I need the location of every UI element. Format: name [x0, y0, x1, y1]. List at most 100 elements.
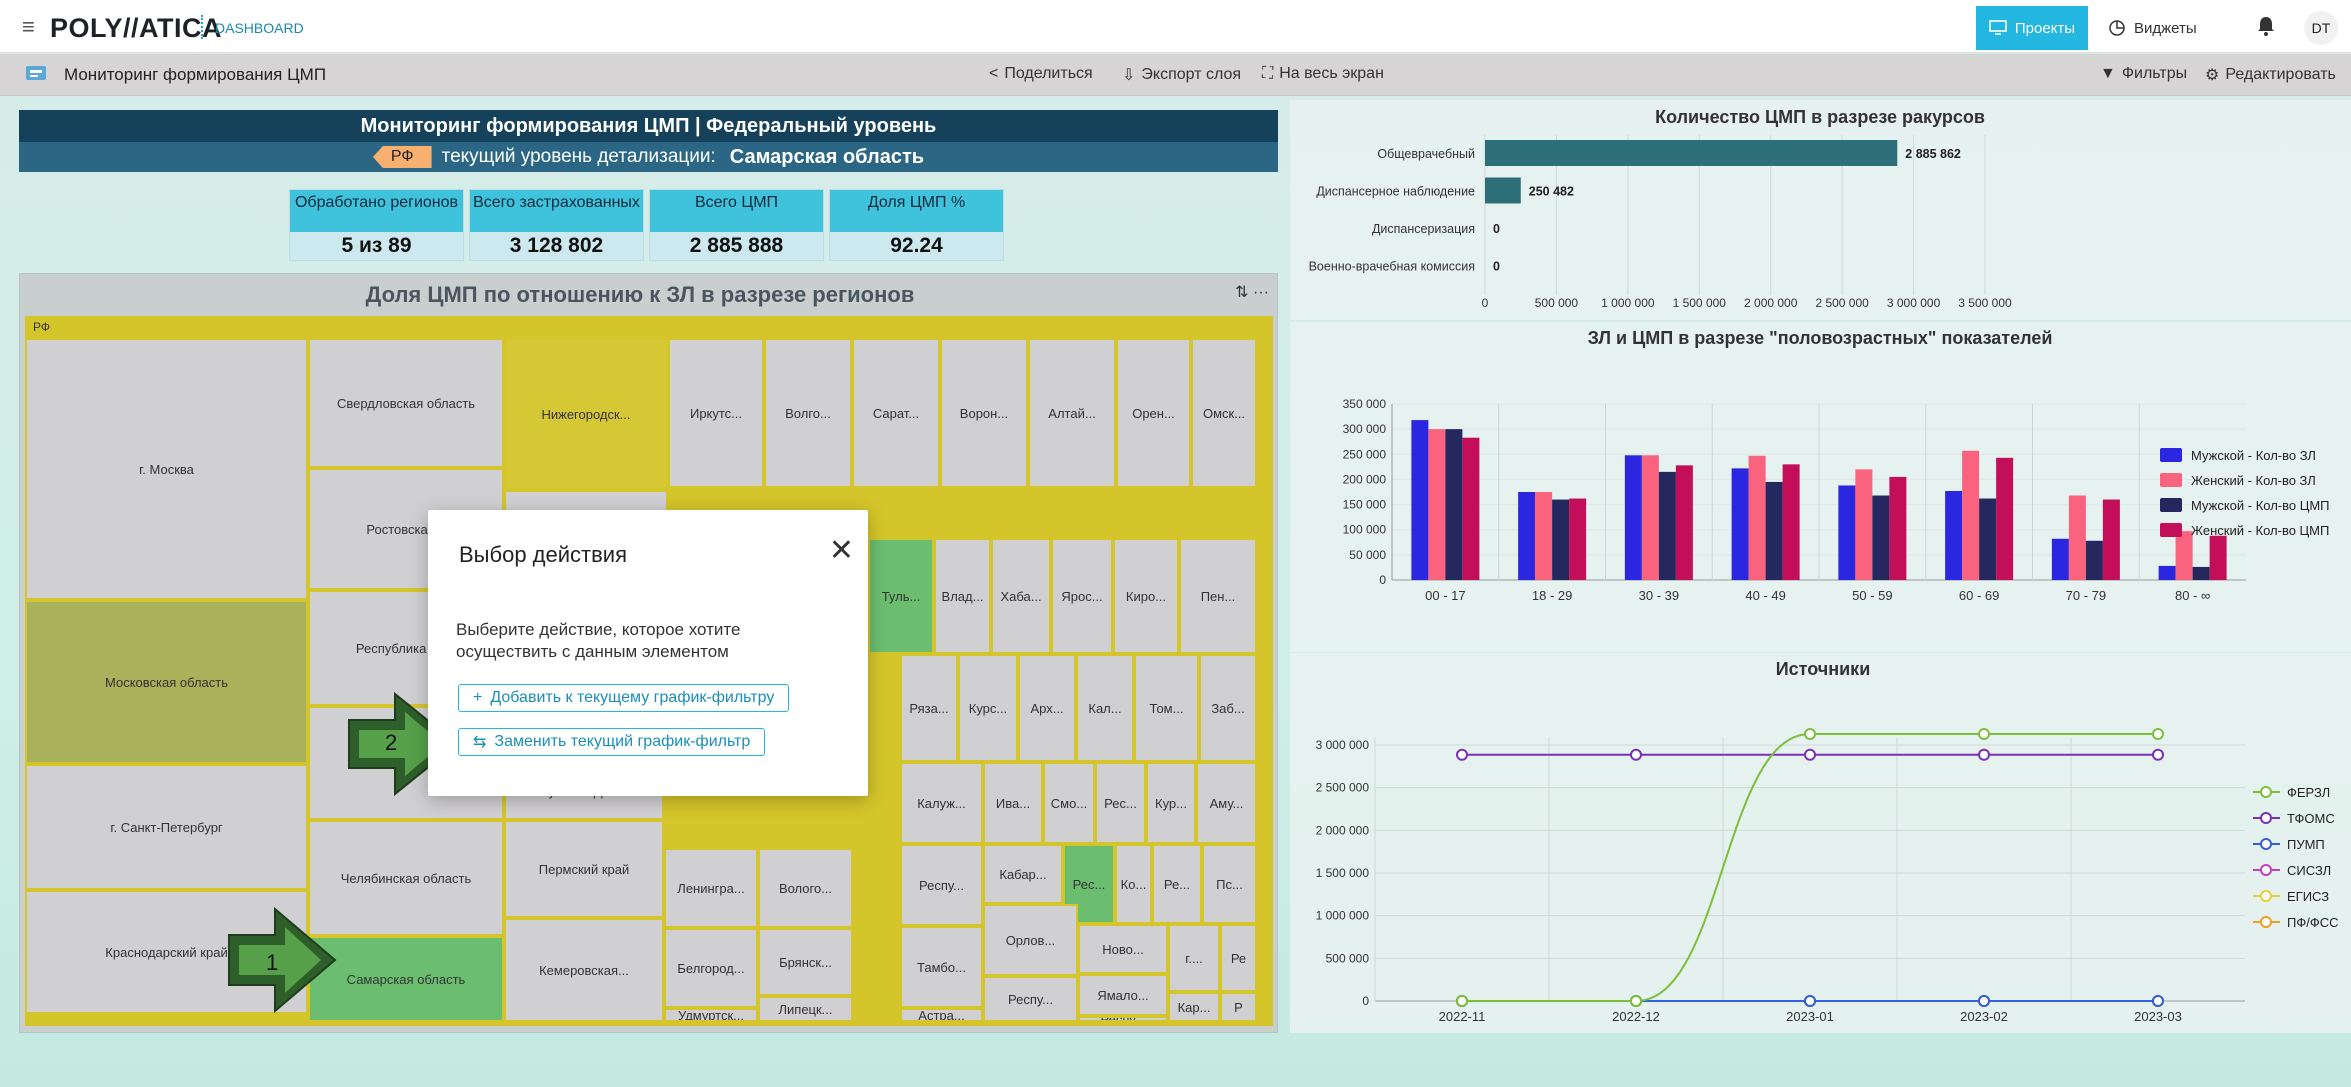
treemap-tile[interactable]: Р — [1220, 992, 1257, 1022]
legend-label: Женский - Кол-во ЗЛ — [2191, 473, 2316, 488]
treemap-tile[interactable]: Липецк... — [758, 996, 853, 1022]
treemap-tile[interactable]: Ива... — [983, 762, 1043, 844]
level-chip-rf[interactable]: РФ — [372, 146, 432, 168]
treemap-tile[interactable]: Кур... — [1146, 762, 1196, 844]
bar — [1962, 450, 1980, 580]
treemap-tile[interactable]: Тамбо... — [900, 926, 983, 1008]
export-label: Экспорт слоя — [1141, 66, 1242, 83]
bell-icon[interactable] — [2254, 14, 2278, 38]
treemap-tile[interactable]: Респу... — [983, 976, 1078, 1022]
widgets-button[interactable]: Виджеты — [2108, 6, 2218, 50]
logo: POLY//ATICA — [50, 13, 223, 43]
treemap-tools[interactable]: ⇅ ··· — [1235, 282, 1269, 302]
treemap-tile[interactable]: г. Москва — [25, 338, 308, 600]
data-point — [1456, 995, 1468, 1007]
bar — [1485, 140, 1898, 166]
y-tick-label: 2 000 000 — [1316, 823, 1370, 837]
bar — [1675, 465, 1693, 580]
treemap-tile[interactable]: Ново... — [1078, 924, 1168, 974]
treemap-tile[interactable]: Ямало... — [1078, 974, 1168, 1016]
legend-marker — [2260, 916, 2272, 928]
kpi-card: Обработано регионов 5 из 89 — [289, 189, 464, 261]
treemap-tile[interactable]: Белгород... — [664, 928, 758, 1008]
kpi-value: 92.24 — [890, 234, 943, 257]
treemap-tile[interactable]: Ряза... — [900, 654, 958, 762]
kpi-card: Всего ЦМП 2 885 888 — [649, 189, 824, 261]
treemap-tile[interactable]: Арх... — [1018, 654, 1076, 762]
treemap-tile[interactable]: Брянск... — [758, 928, 853, 996]
edit-button[interactable]: ⚙ Редактировать — [2205, 65, 2336, 85]
treemap-tile[interactable]: Сарат... — [852, 338, 940, 488]
treemap-tile[interactable]: Влад... — [934, 538, 991, 654]
treemap-tile[interactable]: Нижегородск... — [504, 338, 668, 490]
treemap-tile[interactable]: Ре — [1220, 924, 1257, 992]
legend-label: ПУМП — [2287, 837, 2325, 852]
treemap-root-label[interactable]: РФ — [33, 320, 50, 334]
treemap-tile[interactable]: Пермский край — [504, 820, 664, 918]
export-icon: ⇩ — [1122, 67, 1136, 84]
treemap-tile[interactable]: Заб... — [1199, 654, 1257, 762]
treemap-tile[interactable]: Смо... — [1043, 762, 1095, 844]
treemap-tile[interactable]: Волого... — [758, 848, 853, 928]
fullscreen-button[interactable]: ⛶ На весь экран — [1262, 65, 1384, 83]
treemap-tile[interactable]: Курс... — [958, 654, 1018, 762]
treemap-tile[interactable]: Московская область — [25, 600, 308, 764]
avatar[interactable]: DT — [2304, 11, 2338, 45]
close-icon[interactable]: ✕ — [829, 536, 854, 566]
treemap-tile[interactable]: Кал... — [1076, 654, 1134, 762]
treemap-tile[interactable]: Кемеровская... — [504, 918, 664, 1022]
treemap-tile[interactable]: Ярос... — [1051, 538, 1113, 654]
bar — [2051, 538, 2069, 580]
treemap-tile[interactable]: Кар... — [1168, 992, 1220, 1022]
treemap-tile[interactable]: г. Санкт-Петербург — [25, 764, 308, 890]
data-point — [1978, 995, 1990, 1007]
x-tick-label: 3 000 000 — [1887, 296, 1941, 310]
add-to-filter-button[interactable]: + Добавить к текущему график-фильтру — [458, 684, 790, 712]
treemap-tile[interactable]: Киро... — [1113, 538, 1179, 654]
treemap-tile[interactable]: Респу... — [1078, 1016, 1168, 1022]
projects-button[interactable]: Проекты — [1976, 6, 2088, 50]
treemap-tile[interactable]: Орлов... — [983, 904, 1078, 976]
treemap-tile[interactable]: Том... — [1134, 654, 1199, 762]
export-layer-button[interactable]: ⇩ Экспорт слоя — [1122, 65, 1241, 85]
treemap-tile[interactable]: Иркутс... — [668, 338, 764, 488]
treemap-tile[interactable]: Рес... — [1095, 762, 1146, 844]
treemap-tile[interactable]: Пс... — [1202, 844, 1257, 924]
treemap-tile[interactable]: Респу... — [900, 844, 983, 926]
treemap-tile[interactable]: Алтай... — [1028, 338, 1116, 488]
share-button[interactable]: < Поделиться — [989, 65, 1093, 83]
treemap-tile[interactable]: Ре... — [1152, 844, 1202, 924]
projects-label: Проекты — [2014, 19, 2076, 37]
treemap-tile[interactable]: Ленингра... — [664, 848, 758, 928]
treemap-tile[interactable]: Калуж... — [900, 762, 983, 844]
treemap-tile[interactable]: Свердловская область — [308, 338, 504, 468]
treemap-tile[interactable]: г.... — [1168, 924, 1220, 992]
treemap-tile[interactable]: Хаба... — [991, 538, 1051, 654]
x-tick-label: 80 - ∞ — [2175, 588, 2210, 603]
menu-icon[interactable]: ≡ — [22, 14, 35, 40]
y-category-label: Диспансеризация — [1372, 222, 1475, 236]
treemap-tile[interactable]: Волго... — [764, 338, 852, 488]
bar — [1855, 469, 1873, 580]
treemap-tile[interactable]: Омск... — [1191, 338, 1257, 488]
level-value: Самарская область — [729, 145, 925, 168]
treemap-tile[interactable]: Кабар... — [983, 844, 1063, 904]
treemap-tile[interactable]: Туль... — [868, 538, 934, 654]
kpi-label: Обработано регионов — [290, 190, 463, 232]
callout-number-2: 2 — [385, 730, 398, 755]
section-label[interactable]: DASHBOARD — [215, 20, 304, 36]
treemap-tile[interactable]: Орен... — [1116, 338, 1191, 488]
x-tick-label: 30 - 39 — [1639, 588, 1679, 603]
bar — [1748, 455, 1766, 580]
treemap-tile[interactable]: Астра... — [900, 1008, 983, 1022]
filters-button[interactable]: ▼ Фильтры — [2100, 65, 2187, 83]
y-tick-label: 200 000 — [1343, 472, 1387, 486]
replace-filter-button[interactable]: ⇆ Заменить текущий график-фильтр — [458, 728, 766, 756]
treemap-tile[interactable]: Удмуртск... — [664, 1008, 758, 1022]
bar — [1838, 485, 1856, 580]
treemap-tile[interactable]: Аму... — [1196, 762, 1257, 844]
treemap-tile[interactable]: Пен... — [1179, 538, 1257, 654]
bar — [1731, 468, 1749, 580]
treemap-tile[interactable]: Ворон... — [940, 338, 1028, 488]
treemap-tile[interactable]: Ко... — [1115, 844, 1152, 924]
